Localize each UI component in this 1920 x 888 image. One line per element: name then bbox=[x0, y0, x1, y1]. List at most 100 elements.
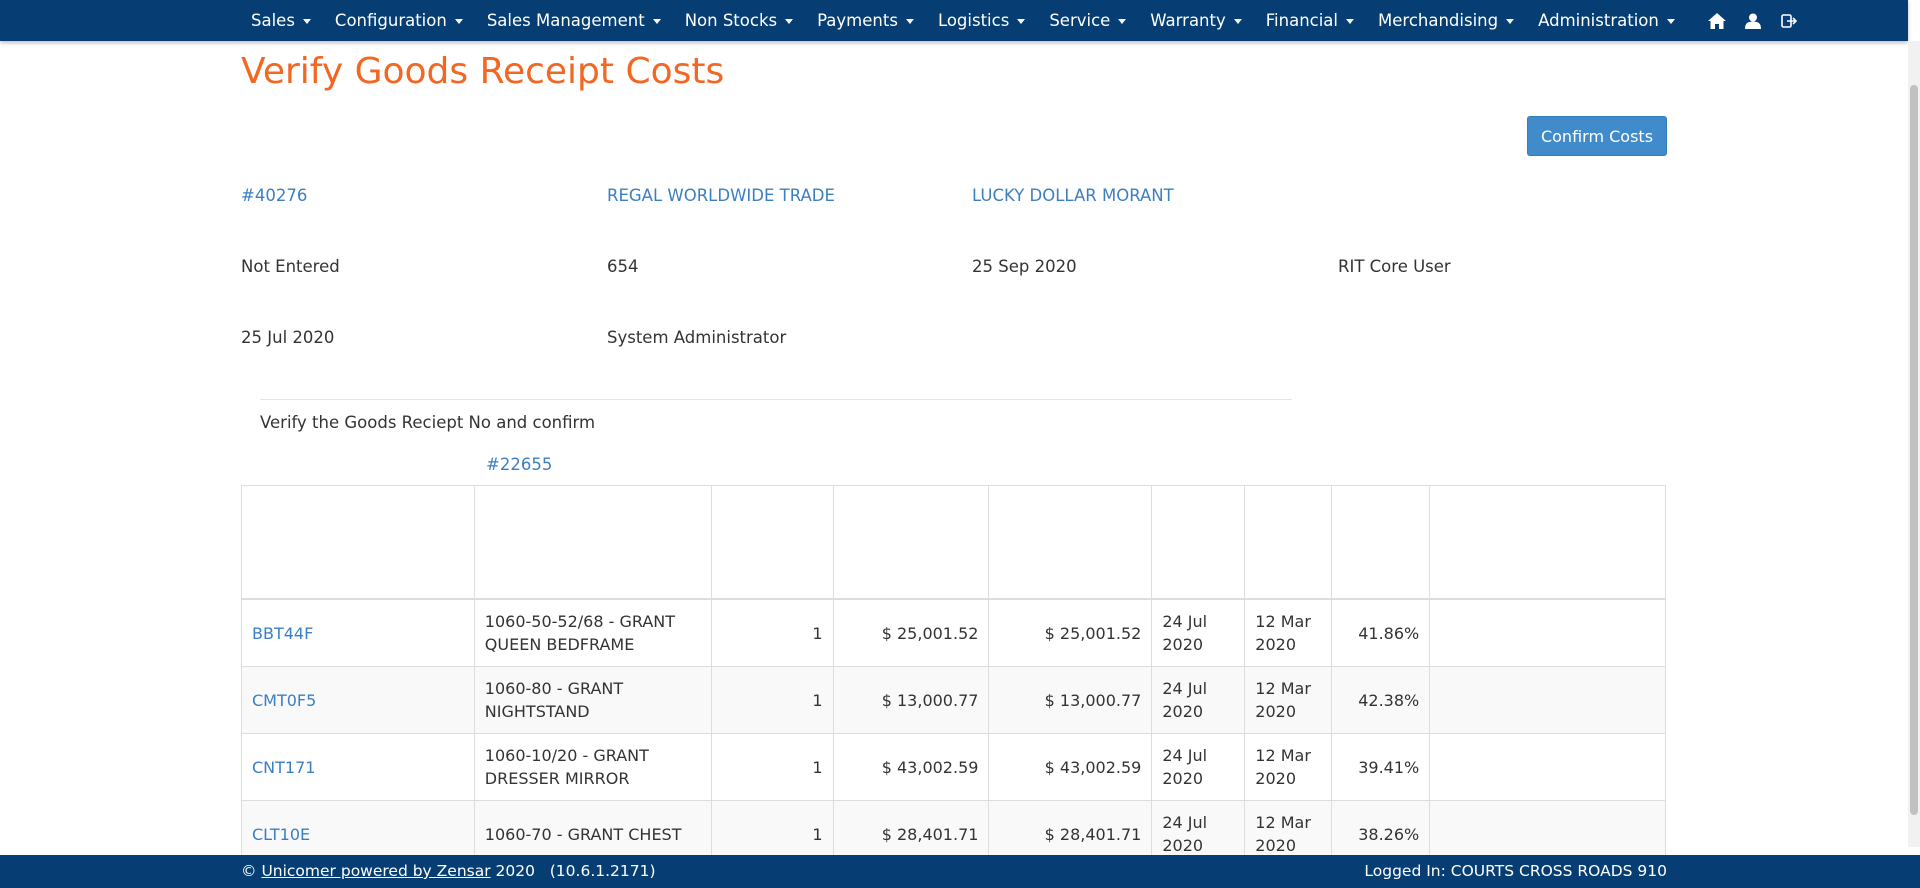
nav-item-merchandising[interactable]: Merchandising bbox=[1366, 0, 1526, 41]
date-year: 2020 bbox=[1255, 635, 1297, 654]
item-code-cell: BBT44F bbox=[241, 598, 475, 667]
caret-down-icon bbox=[905, 19, 914, 24]
nav-item-label: Financial bbox=[1265, 11, 1339, 30]
quantity-cell: 1 bbox=[710, 733, 834, 801]
nav-menu: Sales Configuration Sales Management Non… bbox=[241, 0, 1807, 41]
description-line: NIGHTSTAND bbox=[484, 702, 590, 721]
po-number-link[interactable]: #40276 bbox=[241, 186, 307, 205]
nav-item-label: Sales bbox=[251, 11, 295, 30]
confirm-costs-button[interactable]: Confirm Costs bbox=[1527, 116, 1667, 156]
date-day: 24 Jul bbox=[1162, 679, 1208, 698]
nav-item-financial[interactable]: Financial bbox=[1254, 0, 1366, 41]
copyright-symbol: © bbox=[241, 862, 257, 880]
date-day: 12 Mar bbox=[1255, 746, 1311, 765]
company-link[interactable]: Unicomer powered by Zensar bbox=[261, 862, 490, 880]
nav-item-label: Merchandising bbox=[1378, 11, 1499, 30]
date-day: 12 Mar bbox=[1255, 612, 1311, 631]
item-code-cell: CNT171 bbox=[241, 733, 475, 801]
footer-copyright: © Unicomer powered by Zensar 2020 (10.6.… bbox=[241, 862, 656, 880]
date-year: 2020 bbox=[1162, 836, 1204, 855]
scrollbar[interactable] bbox=[1908, 41, 1920, 847]
verify-instruction: Verify the Goods Reciept No and confirm bbox=[260, 413, 596, 432]
page-title: Verify Goods Receipt Costs bbox=[241, 51, 725, 92]
home-icon[interactable] bbox=[1699, 0, 1735, 41]
caret-down-icon bbox=[1506, 19, 1515, 24]
date-year: 2020 bbox=[1255, 702, 1297, 721]
table-row: CNT171 1060-10/20 - GRANT DRESSER MIRROR … bbox=[241, 733, 1666, 801]
date-day: 24 Jul bbox=[1162, 746, 1208, 765]
goods-receipt-table: BBT44F 1060-50-52/68 - GRANT QUEEN BEDFRA… bbox=[241, 485, 1666, 868]
description-line: DRESSER MIRROR bbox=[484, 769, 630, 788]
table-header-cell bbox=[710, 485, 834, 600]
nav-icon-group bbox=[1699, 0, 1807, 41]
quantity-cell: 1 bbox=[710, 666, 834, 734]
date-cell: 24 Jul 2020 bbox=[1151, 666, 1246, 734]
date-day: 12 Mar bbox=[1255, 813, 1311, 832]
table-header-cell bbox=[1244, 485, 1333, 600]
description-line: 1060-70 - GRANT CHEST bbox=[484, 824, 682, 844]
nav-item-service[interactable]: Service bbox=[1037, 0, 1138, 41]
number-value: 654 bbox=[607, 257, 639, 276]
percentage-cell: 41.86% bbox=[1331, 598, 1431, 667]
date-day: 24 Jul bbox=[1162, 612, 1208, 631]
footer: © Unicomer powered by Zensar 2020 (10.6.… bbox=[0, 855, 1920, 888]
item-code-link[interactable]: CLT10E bbox=[252, 825, 310, 844]
item-code-link[interactable]: BBT44F bbox=[252, 624, 313, 643]
caret-down-icon bbox=[1118, 19, 1127, 24]
caret-down-icon bbox=[785, 19, 794, 24]
percentage-cell: 42.38% bbox=[1331, 666, 1431, 734]
logout-icon[interactable] bbox=[1771, 0, 1807, 41]
description-line: 1060-10/20 - GRANT bbox=[484, 746, 649, 765]
item-code-link[interactable]: CNT171 bbox=[252, 758, 315, 777]
date-day: 24 Jul bbox=[1162, 813, 1208, 832]
nav-item-configuration[interactable]: Configuration bbox=[323, 0, 475, 41]
nav-item-warranty[interactable]: Warranty bbox=[1138, 0, 1253, 41]
unit-cost-cell: $ 43,002.59 bbox=[832, 733, 990, 801]
date-received-value: 25 Sep 2020 bbox=[972, 257, 1077, 276]
nav-item-label: Configuration bbox=[334, 11, 447, 30]
nav-item-logistics[interactable]: Logistics bbox=[926, 0, 1037, 41]
date-year: 2020 bbox=[1255, 836, 1297, 855]
status-value: Not Entered bbox=[241, 257, 340, 276]
table-header-cell bbox=[832, 485, 990, 600]
scrollbar-thumb[interactable] bbox=[1910, 85, 1918, 815]
section-divider bbox=[260, 399, 1292, 400]
user-icon[interactable] bbox=[1735, 0, 1771, 41]
nav-item-administration[interactable]: Administration bbox=[1526, 0, 1687, 41]
empty-cell bbox=[1429, 666, 1666, 734]
description-cell: 1060-80 - GRANT NIGHTSTAND bbox=[473, 666, 712, 734]
nav-item-non-stocks[interactable]: Non Stocks bbox=[673, 0, 805, 41]
date-year: 2020 bbox=[1162, 702, 1204, 721]
table-header-cell bbox=[241, 485, 475, 600]
date-year: 2020 bbox=[1162, 769, 1204, 788]
supplier-link[interactable]: REGAL WORLDWIDE TRADE bbox=[607, 186, 835, 205]
description-line: QUEEN BEDFRAME bbox=[484, 635, 635, 654]
date-day: 12 Mar bbox=[1255, 679, 1311, 698]
date-cell: 24 Jul 2020 bbox=[1151, 733, 1246, 801]
logged-in-status: Logged In: COURTS CROSS ROADS 910 bbox=[1364, 862, 1667, 880]
table-row: CMT0F5 1060-80 - GRANT NIGHTSTAND 1 $ 13,… bbox=[241, 666, 1666, 734]
description-cell: 1060-10/20 - GRANT DRESSER MIRROR bbox=[473, 733, 712, 801]
nav-item-label: Warranty bbox=[1150, 11, 1226, 30]
nav-item-label: Non Stocks bbox=[684, 11, 778, 30]
caret-down-icon bbox=[1017, 19, 1026, 24]
date-cell: 12 Mar 2020 bbox=[1244, 733, 1333, 801]
total-cost-cell: $ 43,002.59 bbox=[988, 733, 1153, 801]
description-line: 1060-50-52/68 - GRANT bbox=[484, 612, 676, 631]
location-link[interactable]: LUCKY DOLLAR MORANT bbox=[972, 186, 1174, 205]
nav-item-sales-management[interactable]: Sales Management bbox=[475, 0, 673, 41]
table-header-cell bbox=[1429, 485, 1666, 600]
nav-item-sales[interactable]: Sales bbox=[241, 0, 323, 41]
total-cost-cell: $ 13,000.77 bbox=[988, 666, 1153, 734]
percentage-cell: 39.41% bbox=[1331, 733, 1431, 801]
caret-down-icon bbox=[652, 19, 661, 24]
caret-down-icon bbox=[1233, 19, 1242, 24]
nav-item-payments[interactable]: Payments bbox=[805, 0, 926, 41]
top-navbar: Sales Configuration Sales Management Non… bbox=[0, 0, 1908, 41]
item-code-link[interactable]: CMT0F5 bbox=[252, 691, 316, 710]
description-line: 1060-80 - GRANT bbox=[484, 679, 624, 698]
goods-receipt-link[interactable]: #22655 bbox=[486, 455, 552, 474]
empty-cell bbox=[1429, 598, 1666, 667]
nav-item-label: Sales Management bbox=[486, 11, 645, 30]
nav-item-label: Payments bbox=[817, 11, 898, 30]
